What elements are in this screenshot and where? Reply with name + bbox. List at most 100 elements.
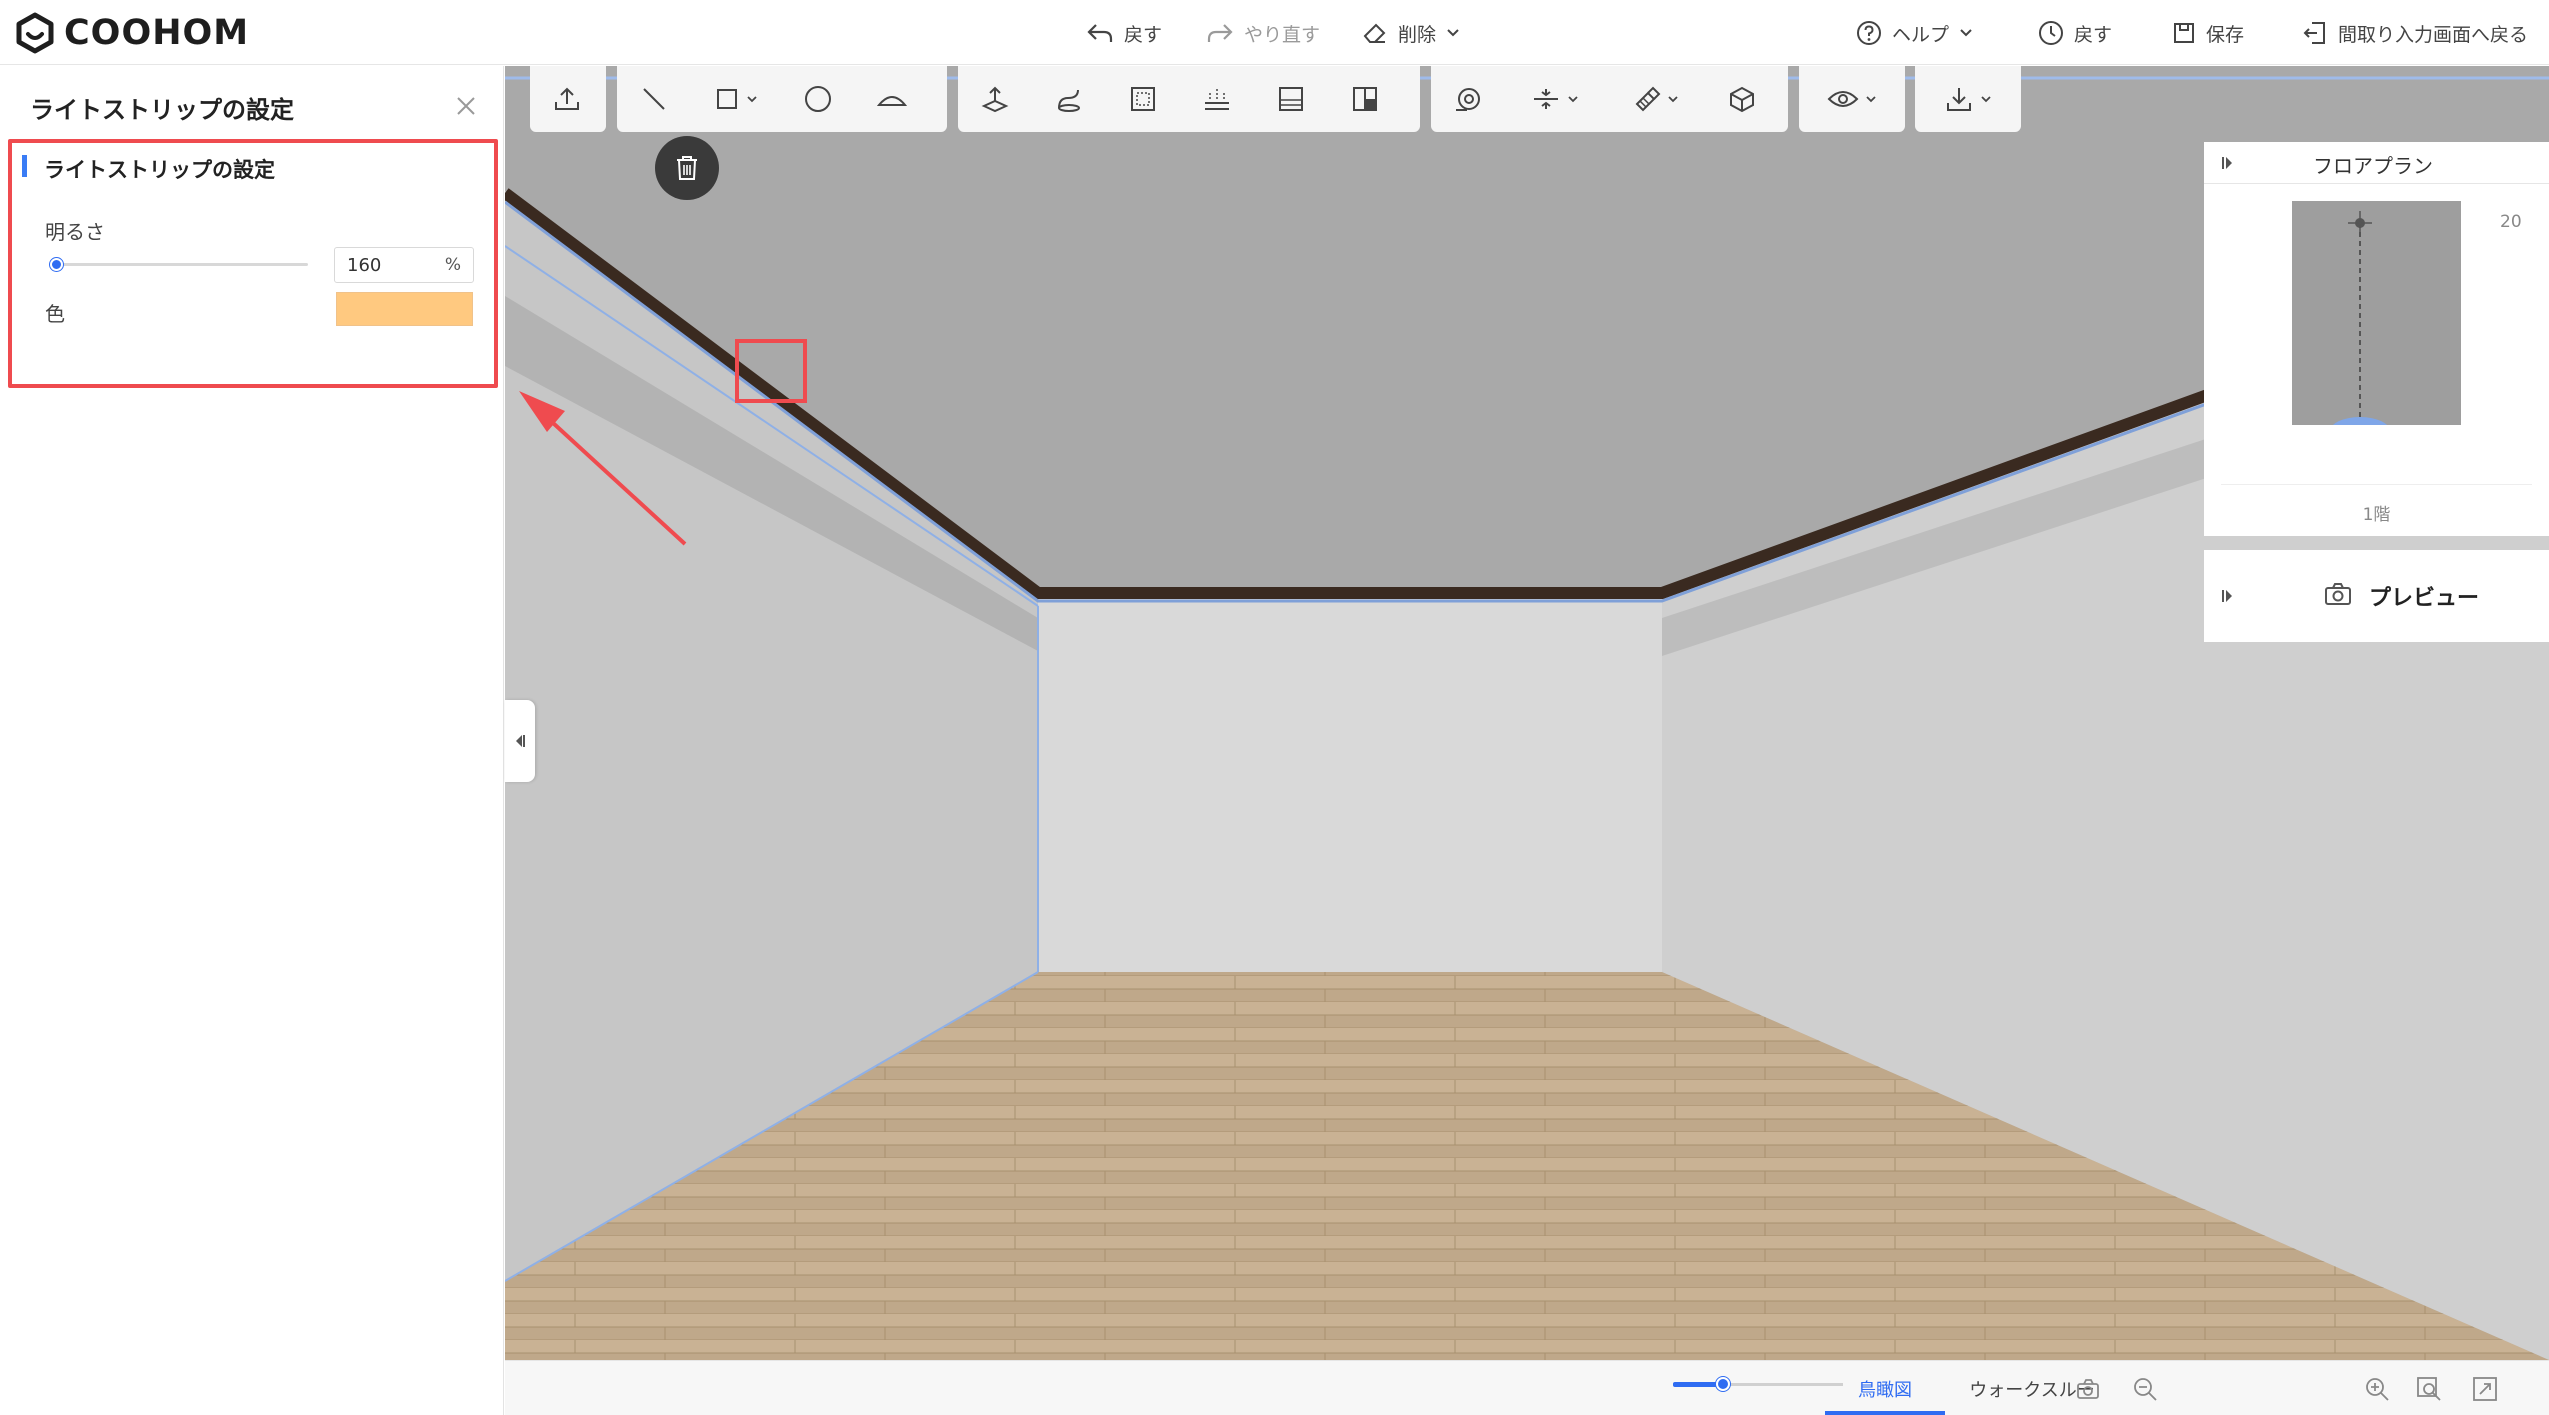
color-label: 色 (45, 302, 65, 326)
path-tool[interactable] (1032, 66, 1106, 132)
line-icon (643, 88, 665, 110)
floor-plan-scale: 20 (2500, 212, 2522, 232)
save-label: 保存 (2206, 23, 2245, 46)
rectangle-tool[interactable] (691, 66, 781, 132)
frame-tool[interactable] (1106, 66, 1180, 132)
align-icon (1534, 89, 1558, 109)
panel-icon (1279, 87, 1303, 111)
material-brush-icon (1635, 86, 1661, 112)
expand-panel-icon[interactable] (2220, 154, 2236, 172)
redo-button[interactable]: やり直す (1206, 16, 1320, 50)
panel-tool[interactable] (1254, 66, 1328, 132)
line-tool[interactable] (617, 66, 691, 132)
floor-plan-title: フロアプラン (2313, 154, 2433, 178)
path-icon (1058, 89, 1080, 112)
undo-icon (1087, 24, 1113, 42)
toolbar-group-export (1915, 66, 2021, 132)
brightness-slider-handle[interactable] (50, 258, 63, 271)
brightness-input[interactable] (347, 254, 437, 276)
eye-icon (1827, 91, 1859, 107)
toolbar-group-edit (1431, 66, 1788, 132)
color-swatch[interactable] (336, 292, 473, 326)
upload-tool[interactable] (530, 66, 604, 132)
logo: COOHOM (14, 12, 249, 54)
upload-icon (555, 87, 579, 110)
toolbar-group-model (958, 66, 1420, 132)
zoom-selection-icon[interactable] (2415, 1375, 2443, 1403)
undo-label: 戻す (1124, 23, 1163, 46)
toolbar-group-upload (530, 66, 606, 132)
bottom-bar: 鳥瞰図 ウォークスルー (505, 1360, 2549, 1415)
zoom-slider-handle[interactable] (1716, 1377, 1730, 1391)
save-icon (2174, 23, 2194, 43)
zoom-out-icon[interactable] (2131, 1375, 2159, 1403)
extrude-icon (981, 86, 1009, 113)
camera-settings-icon[interactable] (2075, 1375, 2103, 1403)
brightness-field[interactable]: % (334, 247, 474, 283)
light-strip-icon (1205, 88, 1229, 110)
align-tool[interactable] (1505, 66, 1605, 132)
clock-icon (2039, 21, 2063, 45)
toolbar-group-view (1799, 66, 1905, 132)
exit-icon (2303, 22, 2325, 44)
chevron-down-icon (1866, 96, 1876, 103)
history-label: 戻す (2074, 23, 2113, 46)
coohom-logo-icon (16, 12, 54, 54)
frame-icon (1131, 87, 1155, 111)
model-tool[interactable] (1705, 66, 1779, 132)
fit-view-icon[interactable] (2471, 1375, 2499, 1403)
brightness-slider[interactable] (56, 263, 308, 266)
camera-icon (2325, 583, 2351, 605)
trash-icon (677, 156, 697, 180)
section-title: ライトストリップの設定 (44, 158, 275, 182)
back-to-plan-button[interactable]: 間取り入力画面へ戻る (2302, 16, 2528, 50)
preview-label: プレビュー (2369, 586, 2480, 611)
tab-birdseye-label: 鳥瞰図 (1858, 1379, 1912, 1401)
split-icon (1353, 87, 1377, 111)
delete-label: 削除 (1398, 23, 1437, 46)
camera-position-icon (2332, 211, 2388, 425)
undo-button[interactable]: 戻す (1086, 16, 1162, 50)
collapse-panel-button[interactable] (505, 700, 535, 782)
section-accent-bar (22, 155, 27, 177)
chevron-down-icon (1668, 96, 1678, 103)
sweep-tool[interactable] (1431, 66, 1505, 132)
chevron-down-icon (1960, 29, 1972, 37)
cube-icon (1730, 86, 1754, 113)
circle-icon (805, 86, 831, 112)
delete-button[interactable]: 削除 (1362, 16, 1460, 50)
zoom-in-icon[interactable] (2363, 1375, 2391, 1403)
arc-tool[interactable] (855, 66, 929, 132)
light-strip-tool[interactable] (1180, 66, 1254, 132)
redo-icon (1207, 24, 1233, 42)
delete-selection-button[interactable] (655, 136, 719, 200)
tab-birdseye[interactable]: 鳥瞰図 (1825, 1361, 1945, 1415)
extrude-tool[interactable] (958, 66, 1032, 132)
save-button[interactable]: 保存 (2172, 16, 2244, 50)
brightness-unit: % (444, 255, 461, 275)
sweep-icon (1456, 88, 1480, 111)
expand-panel-icon[interactable] (2220, 587, 2236, 605)
view-tool[interactable] (1799, 66, 1905, 132)
download-icon (1947, 88, 1971, 111)
floor-selector[interactable]: 1階 (2204, 500, 2549, 525)
floor-plan-map[interactable] (2292, 201, 2461, 425)
toolbar-group-draw (617, 66, 947, 132)
chevron-down-icon (1447, 29, 1459, 37)
logo-text: COOHOM (64, 13, 250, 53)
material-tool[interactable] (1605, 66, 1705, 132)
help-label: ヘルプ (1892, 23, 1950, 46)
chevron-down-icon (747, 96, 757, 103)
close-icon[interactable] (452, 92, 480, 120)
help-button[interactable]: ヘルプ (1856, 16, 1973, 50)
preview-card[interactable]: プレビュー (2204, 550, 2549, 642)
rectangle-icon (717, 89, 737, 109)
download-tool[interactable] (1915, 66, 2021, 132)
history-button[interactable]: 戻す (2038, 16, 2112, 50)
eraser-icon (1363, 23, 1386, 43)
split-tool[interactable] (1328, 66, 1402, 132)
redo-label: やり直す (1244, 23, 1321, 46)
chevron-down-icon (1568, 96, 1578, 103)
floor-plan-header: フロアプラン (2204, 142, 2549, 184)
circle-tool[interactable] (781, 66, 855, 132)
